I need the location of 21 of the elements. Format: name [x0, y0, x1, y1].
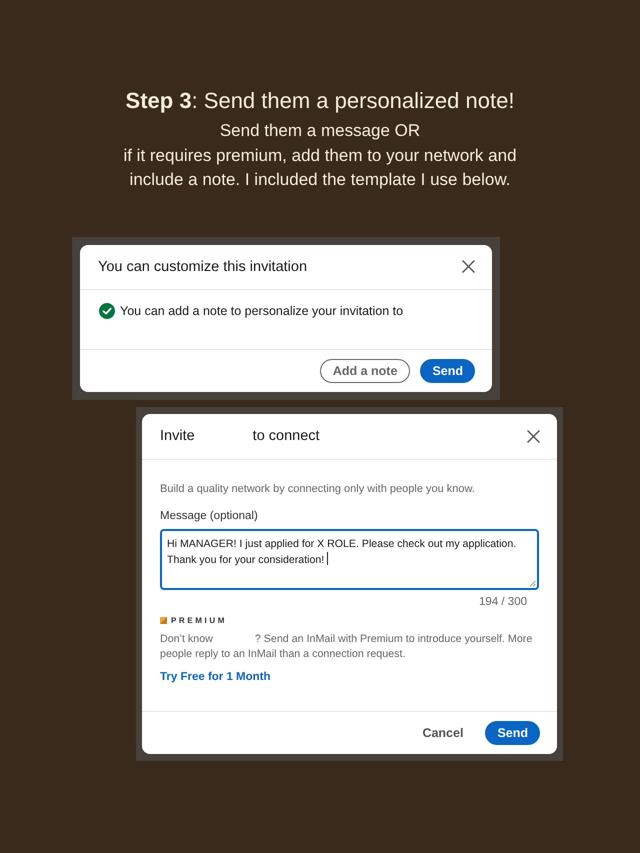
message-field[interactable]: Hi MANAGER! I just applied for X ROLE. Please check out my application. Thank you for your consideration! — [160, 528, 539, 590]
send-button[interactable]: Send — [485, 720, 540, 744]
try-free-link[interactable]: Try Free for 1 Month — [160, 668, 271, 684]
premium-pitch-text: Don’t know ? Send an InMail with Premium to introduce yourself. More people reply to an InMail than a connection request. — [160, 632, 534, 662]
premium-label: PREMIUM — [171, 616, 227, 624]
check-circle-icon — [99, 302, 115, 318]
instructions-text: Send them a message OR if it requires premium, add them to your network and include a note. I included the template I use below. — [123, 120, 517, 191]
cancel-button[interactable]: Cancel — [414, 720, 472, 744]
notice-text: You can add a note to personalize your invitation to — [120, 304, 404, 318]
resize-grip-icon[interactable] — [529, 580, 536, 586]
close-icon — [526, 430, 540, 442]
send-button[interactable]: Send — [420, 358, 475, 382]
premium-icon — [160, 616, 167, 624]
step-heading: Step 3: Send them a personalized note! — [126, 87, 514, 115]
dialog-title: Invite to connect — [160, 428, 320, 444]
close-icon — [462, 260, 474, 273]
dialog-title: You can customize this invitation — [98, 258, 308, 274]
character-counter: 194 / 300 — [479, 594, 527, 610]
add-note-button[interactable]: Add a note — [320, 358, 410, 382]
intro-text: Build a quality network by connecting only with people you know. — [160, 482, 475, 496]
message-label: Message (optional) — [160, 508, 258, 524]
